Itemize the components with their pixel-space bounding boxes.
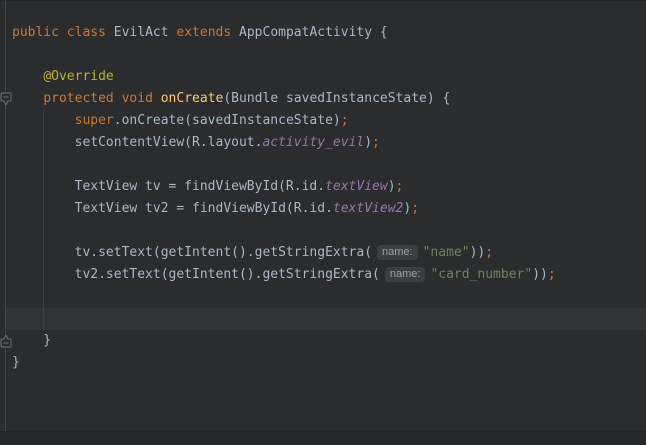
code-token-plain: ) [388, 179, 396, 194]
code-token-plain [114, 91, 122, 106]
editor-bottom-edge [0, 431, 646, 445]
code-line[interactable] [12, 220, 646, 242]
code-token-plain: } [12, 333, 51, 348]
code-token-semicolon: ; [372, 135, 380, 150]
code-token-plain: .onCreate(savedInstanceState) [114, 113, 341, 128]
code-area[interactable]: public class EvilAct extends AppCompatAc… [12, 22, 646, 374]
code-line[interactable]: tv2.setText(getIntent().getStringExtra( n… [12, 264, 646, 286]
parameter-name-hint-chip: name: [377, 245, 418, 260]
code-token-plain: } [12, 355, 20, 370]
code-line[interactable]: setContentView(R.layout.activity_evil); [12, 132, 646, 154]
code-token-field: textView2 [333, 201, 403, 216]
code-line[interactable] [12, 308, 646, 330]
code-token-plain: ) [403, 201, 411, 216]
code-token-plain: tv2.setText(getIntent().getStringExtra( [12, 267, 380, 282]
code-token-plain [12, 69, 43, 84]
code-token-semicolon: ; [396, 179, 404, 194]
code-token-plain [12, 91, 43, 106]
fold-collapse-end-icon[interactable] [0, 334, 12, 348]
code-token-field: textView [325, 179, 388, 194]
code-token-keyword: class [67, 25, 106, 40]
code-token-semicolon: ; [341, 113, 349, 128]
code-line[interactable]: } [12, 352, 646, 374]
code-token-string: "name" [423, 245, 470, 260]
parameter-name-hint-chip: name: [385, 267, 426, 282]
code-line[interactable]: TextView tv2 = findViewById(R.id.textVie… [12, 198, 646, 220]
code-token-plain [59, 25, 67, 40]
code-token-plain [153, 91, 161, 106]
code-token-annotation: @Override [43, 69, 113, 84]
code-editor[interactable]: public class EvilAct extends AppCompatAc… [0, 0, 646, 445]
code-token-plain: EvilAct [106, 25, 176, 40]
code-token-plain: TextView tv = findViewById(R.id. [12, 179, 325, 194]
code-line[interactable]: public class EvilAct extends AppCompatAc… [12, 22, 646, 44]
code-token-plain: tv.setText(getIntent().getStringExtra( [12, 245, 372, 260]
gutter-fold-line [5, 0, 6, 432]
code-token-keyword: super [75, 113, 114, 128]
fold-collapse-start-icon[interactable] [0, 92, 12, 106]
code-token-plain [12, 113, 75, 128]
code-line[interactable]: } [12, 330, 646, 352]
code-line[interactable] [12, 154, 646, 176]
editor-top-edge [0, 0, 646, 1]
code-token-method: onCreate [161, 91, 224, 106]
code-token-plain: )) [470, 245, 486, 260]
code-line[interactable] [12, 286, 646, 308]
code-line[interactable]: protected void onCreate(Bundle savedInst… [12, 88, 646, 110]
code-token-plain: AppCompatActivity { [231, 25, 388, 40]
code-token-plain: ) [364, 135, 372, 150]
code-token-plain: (Bundle savedInstanceState) { [223, 91, 450, 106]
code-line[interactable]: tv.setText(getIntent().getStringExtra( na… [12, 242, 646, 264]
code-token-keyword: protected [43, 91, 113, 106]
code-token-keyword: public [12, 25, 59, 40]
code-line[interactable] [12, 44, 646, 66]
code-token-keyword: void [122, 91, 153, 106]
code-token-plain: )) [532, 267, 548, 282]
code-token-string: "card_number" [430, 267, 532, 282]
code-token-plain: setContentView(R.layout. [12, 135, 262, 150]
code-token-keyword: extends [176, 25, 231, 40]
code-token-plain: TextView tv2 = findViewById(R.id. [12, 201, 333, 216]
code-token-semicolon: ; [485, 245, 493, 260]
code-token-semicolon: ; [411, 201, 419, 216]
code-line[interactable]: @Override [12, 66, 646, 88]
code-line[interactable]: super.onCreate(savedInstanceState); [12, 110, 646, 132]
code-token-field: activity_evil [262, 135, 364, 150]
code-line[interactable]: TextView tv = findViewById(R.id.textView… [12, 176, 646, 198]
code-token-semicolon: ; [548, 267, 556, 282]
